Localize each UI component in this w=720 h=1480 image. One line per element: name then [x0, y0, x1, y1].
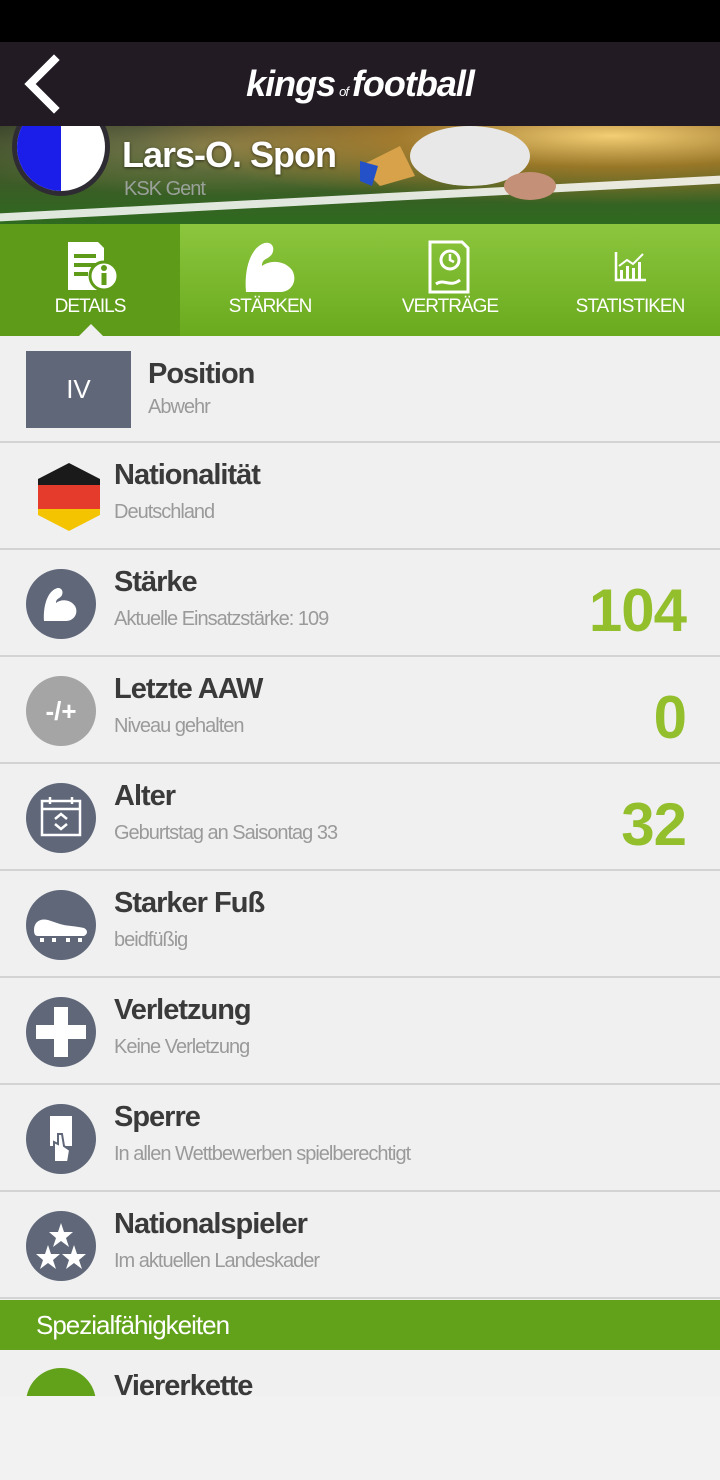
- calendar-icon: [40, 797, 82, 837]
- strength-icon-circle: [26, 569, 96, 639]
- age-sub: Geburtstag an Saisontag 33: [114, 822, 338, 844]
- flexed-arm-icon: [43, 587, 77, 621]
- details-list: IV Position Abwehr Nationalität Deutschl…: [0, 336, 720, 1299]
- injury-title: Verletzung: [114, 994, 252, 1026]
- strength-value: 104: [588, 577, 687, 644]
- club-name: KSK Gent: [124, 178, 206, 200]
- tab-details-label: DETAILS: [54, 296, 127, 317]
- list-item-strong-foot[interactable]: Starker Fuß beidfüßig: [0, 871, 720, 978]
- age-icon-circle: [26, 783, 96, 853]
- contract-icon: [428, 240, 470, 294]
- position-title: Position: [148, 358, 255, 390]
- position-badge: IV: [26, 351, 131, 428]
- list-item-nationality[interactable]: Nationalität Deutschland: [0, 443, 720, 550]
- list-item-national-player[interactable]: Nationalspieler Im aktuellen Landeskader: [0, 1192, 720, 1299]
- tab-staerken[interactable]: STÄRKEN: [180, 224, 360, 336]
- aaw-title: Letzte AAW: [114, 673, 263, 705]
- aaw-icon-circle: -/+: [26, 676, 96, 746]
- status-bar: [0, 0, 720, 42]
- age-title: Alter: [114, 780, 176, 812]
- list-item-strength[interactable]: Stärke Aktuelle Einsatzstärke: 109 104: [0, 550, 720, 657]
- strength-sub: Aktuelle Einsatzstärke: 109: [114, 608, 329, 630]
- list-item-aaw[interactable]: -/+ Letzte AAW Niveau gehalten 0: [0, 657, 720, 764]
- aaw-value: 0: [653, 684, 687, 751]
- injury-sub: Keine Verletzung: [114, 1036, 250, 1058]
- bottom-area: [0, 1396, 720, 1480]
- nationality-value: Deutschland: [114, 501, 215, 523]
- list-item-suspension[interactable]: Sperre In allen Wettbewerben spielberech…: [0, 1085, 720, 1192]
- national-icon-circle: [26, 1211, 96, 1281]
- germany-flag-icon: [38, 463, 100, 531]
- medical-cross-icon: [36, 1007, 86, 1057]
- list-item-position[interactable]: IV Position Abwehr: [0, 336, 720, 443]
- referee-card-icon: [50, 1116, 72, 1163]
- player-name: Lars-O. Spon: [122, 134, 337, 175]
- national-title: Nationalspieler: [114, 1208, 308, 1240]
- back-button[interactable]: [18, 54, 74, 114]
- flexed-arm-icon: [245, 242, 295, 292]
- list-item-viererkette[interactable]: Viererkette: [0, 1350, 720, 1396]
- viererkette-icon: [26, 1368, 96, 1396]
- age-value: 32: [621, 791, 687, 858]
- aaw-sub: Niveau gehalten: [114, 715, 245, 737]
- player-hero-banner: Lars-O. Spon KSK Gent: [0, 126, 720, 224]
- suspension-title: Sperre: [114, 1101, 201, 1133]
- tab-statistiken[interactable]: STATISTIKEN: [540, 224, 720, 336]
- strength-title: Stärke: [114, 566, 198, 598]
- tab-vertraege-label: VERTRÄGE: [401, 296, 499, 317]
- chevron-left-icon: [24, 54, 60, 114]
- stars-icon: [36, 1223, 86, 1269]
- tab-staerken-label: STÄRKEN: [228, 296, 313, 317]
- nationality-title: Nationalität: [114, 459, 261, 491]
- list-item-age[interactable]: Alter Geburtstag an Saisontag 33 32: [0, 764, 720, 871]
- viererkette-title: Viererkette: [114, 1370, 253, 1396]
- injury-icon-circle: [26, 997, 96, 1067]
- position-value: Abwehr: [148, 396, 211, 418]
- stadium-player-image: [360, 126, 556, 200]
- foot-icon-circle: [26, 890, 96, 960]
- tab-details[interactable]: DETAILS: [0, 224, 180, 337]
- foot-sub: beidfüßig: [114, 929, 188, 951]
- suspension-icon-circle: [26, 1104, 96, 1174]
- national-sub: Im aktuellen Landeskader: [114, 1250, 320, 1272]
- chart-icon: [614, 252, 646, 282]
- tab-vertraege[interactable]: VERTRÄGE: [360, 224, 540, 336]
- suspension-sub: In allen Wettbewerben spielberechtigt: [114, 1143, 411, 1165]
- tab-statistiken-label: STATISTIKEN: [575, 296, 686, 317]
- foot-title: Starker Fuß: [114, 887, 265, 919]
- special-abilities-header: Spezialfähigkeiten: [0, 1300, 720, 1350]
- document-info-icon: [68, 242, 120, 292]
- top-app-bar: kings of football: [0, 42, 720, 126]
- app-logo: kings of football: [246, 63, 475, 104]
- football-boot-icon: [34, 919, 87, 942]
- aaw-icon-text: -/+: [45, 696, 77, 726]
- tab-bar: DETAILS STÄRKEN VERTRÄGE STATISTIKEN: [0, 224, 720, 337]
- list-item-injury[interactable]: Verletzung Keine Verletzung: [0, 978, 720, 1085]
